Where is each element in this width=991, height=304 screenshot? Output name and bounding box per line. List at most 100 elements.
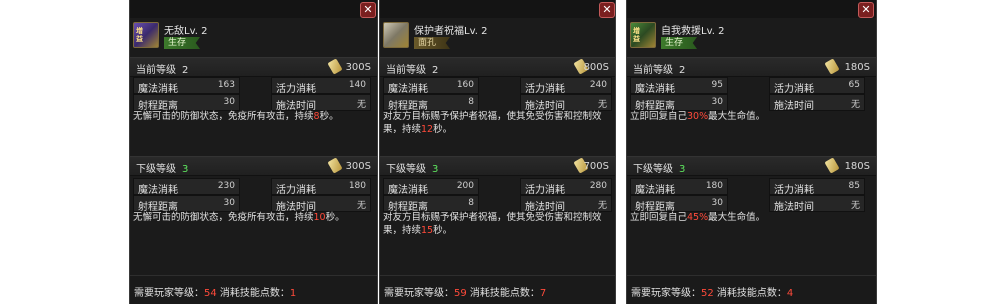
skill-description-current: 立即回复自己30%最大生命值。 <box>630 110 868 123</box>
next-stat-cast: 施法时间无 <box>271 195 371 213</box>
scroll-icon <box>327 157 343 174</box>
stat-range: 射程距离 30 <box>133 94 240 112</box>
current-cooldown: 800S <box>583 62 609 73</box>
stat-range-value: 8 <box>468 97 474 107</box>
skill-point-label: 消耗技能点数： <box>219 288 290 299</box>
panel-topbar <box>380 0 615 18</box>
stat-range-value: 30 <box>711 198 723 208</box>
scroll-icon <box>824 157 840 174</box>
stat-cast-value: 无 <box>597 201 607 211</box>
required-level-value: 59 <box>454 288 467 299</box>
desc-text: 对友方目标赐予保护者祝福，使其免受伤害和控制效果，持续 <box>383 111 602 135</box>
stat-sp-label: 活力消耗 <box>525 84 565 95</box>
desc-text-end: 秒。 <box>433 225 453 236</box>
close-icon[interactable]: ✕ <box>360 2 376 18</box>
desc-highlight: 10 <box>313 212 326 223</box>
requirements-footer: 需要玩家等级：52 消耗技能点数：4 <box>627 275 876 304</box>
desc-text-end: 秒。 <box>319 111 339 122</box>
next-level-label: 下级等级 <box>386 164 426 175</box>
stat-sp: 活力消耗 240 <box>520 77 612 95</box>
skill-icon-label: 增益 <box>633 27 640 43</box>
stat-sp-label: 活力消耗 <box>276 84 316 95</box>
stat-mp-label: 魔法消耗 <box>138 185 178 196</box>
stat-sp-value: 240 <box>589 80 607 90</box>
skill-panel-protector-blessing: ✕ 保护者祝福Lv. 2 面孔 当前等级 2 800S 魔法消耗 160 活力消耗 2… <box>379 0 616 304</box>
skill-icon: 增益 <box>133 22 159 48</box>
stat-mp-label: 魔法消耗 <box>388 84 428 95</box>
stat-range-value: 30 <box>223 198 235 208</box>
desc-text: 无懈可击的防御状态，免疫所有攻击，持续 <box>133 212 314 223</box>
required-level-label: 需要玩家等级： <box>631 288 701 299</box>
current-cooldown: 180S <box>844 62 870 73</box>
desc-text: 对友方目标赐予保护者祝福，使其免受伤害和控制效果，持续 <box>383 212 602 236</box>
skill-point-label: 消耗技能点数： <box>716 288 787 299</box>
next-cooldown: 300S <box>345 161 371 172</box>
next-stat-range: 射程距离 30 <box>630 195 728 213</box>
next-stat-mp: 魔法消耗 230 <box>133 178 240 196</box>
stat-mp-label: 魔法消耗 <box>635 84 675 95</box>
skill-panel-self-rescue: ✕ 增益 自我救援Lv. 2 生存 当前等级 2 180S 魔法消耗 95 活力消耗… <box>626 0 877 304</box>
desc-text: 无懈可击的防御状态，免疫所有攻击，持续 <box>133 111 314 122</box>
next-level-value: 3 <box>679 164 686 175</box>
skill-description-next: 立即回复自己45%最大生命值。 <box>630 211 868 224</box>
current-level-label: 当前等级 <box>633 65 673 76</box>
panel-topbar <box>130 0 377 18</box>
current-level-value: 2 <box>679 65 686 76</box>
required-level-value: 54 <box>204 288 217 299</box>
stat-range-value: 30 <box>223 97 235 107</box>
desc-highlight: 30% <box>687 111 709 122</box>
requirements-footer: 需要玩家等级：54 消耗技能点数：1 <box>130 275 377 304</box>
desc-text-end: 秒。 <box>433 124 453 135</box>
skill-point-value: 4 <box>786 288 794 299</box>
next-stat-mp: 魔法消耗 200 <box>383 178 479 196</box>
skill-panel-invincible: ✕ 增益 无敌Lv. 2 生存 当前等级 2 300S 魔法消耗 163 活力消耗 1… <box>129 0 378 304</box>
stat-cast-value: 无 <box>356 100 366 110</box>
stat-mp-label: 魔法消耗 <box>388 185 428 196</box>
stat-sp-label: 活力消耗 <box>774 84 814 95</box>
close-icon[interactable]: ✕ <box>858 2 874 18</box>
stat-mp: 魔法消耗 95 <box>630 77 728 95</box>
close-icon[interactable]: ✕ <box>599 2 615 18</box>
skill-description-next: 无懈可击的防御状态，免疫所有攻击，持续10秒。 <box>133 211 369 224</box>
stat-mp-value: 200 <box>456 181 474 191</box>
current-level-label: 当前等级 <box>136 65 176 76</box>
next-cooldown: 700S <box>583 161 609 172</box>
stat-cast-value: 无 <box>850 201 860 211</box>
next-stat-range: 射程距离 8 <box>383 195 479 213</box>
current-level-value: 2 <box>182 65 189 76</box>
current-cooldown: 300S <box>345 62 371 73</box>
desc-text: 立即回复自己 <box>630 111 688 122</box>
next-stat-cast: 施法时间无 <box>520 195 612 213</box>
skill-category-tag: 面孔 <box>414 37 451 49</box>
skill-header: 增益 自我救援Lv. 2 生存 <box>627 18 876 56</box>
skill-icon: 增益 <box>630 22 656 48</box>
skill-category-tag: 生存 <box>164 37 201 49</box>
skill-description-next: 对友方目标赐予保护者祝福，使其免受伤害和控制效果，持续15秒。 <box>383 211 607 237</box>
stat-mp-value: 180 <box>705 181 723 191</box>
skill-point-label: 消耗技能点数： <box>469 288 540 299</box>
desc-highlight: 15 <box>421 225 434 236</box>
scroll-icon <box>327 58 343 75</box>
stat-range: 射程距离 30 <box>630 94 728 112</box>
current-level-row: 当前等级 2 300S <box>130 57 377 77</box>
desc-text-end: 秒。 <box>325 212 345 223</box>
next-level-label: 下级等级 <box>633 164 673 175</box>
next-stat-mp: 魔法消耗 180 <box>630 178 728 196</box>
desc-text-end: 最大生命值。 <box>708 212 766 223</box>
required-level-label: 需要玩家等级： <box>384 288 454 299</box>
desc-text: 立即回复自己 <box>630 212 688 223</box>
requirements-footer: 需要玩家等级：59 消耗技能点数：7 <box>380 275 615 304</box>
stat-sp-value: 280 <box>589 181 607 191</box>
stat-mp-value: 95 <box>711 80 723 90</box>
stat-mp-value: 163 <box>217 80 235 90</box>
panel-topbar <box>627 0 876 18</box>
stat-sp-value: 65 <box>848 80 860 90</box>
next-stat-sp: 活力消耗 280 <box>520 178 612 196</box>
stat-range-value: 8 <box>468 198 474 208</box>
required-level-value: 52 <box>701 288 714 299</box>
skill-description-current: 对友方目标赐予保护者祝福，使其免受伤害和控制效果，持续12秒。 <box>383 110 607 136</box>
skill-name: 保护者祝福Lv. 2 <box>414 26 488 37</box>
skill-icon-label: 增益 <box>136 27 143 43</box>
stat-cast-value: 无 <box>356 201 366 211</box>
skill-icon <box>383 22 409 48</box>
